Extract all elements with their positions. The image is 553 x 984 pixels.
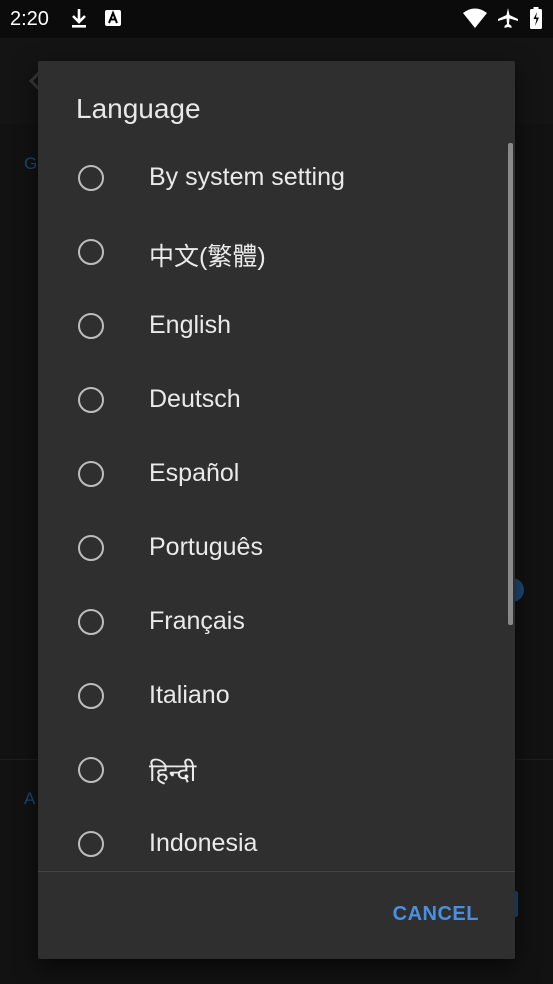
language-option-label: By system setting — [149, 163, 345, 191]
settings-section-header: A — [24, 789, 36, 808]
radio-button-icon[interactable] — [78, 609, 104, 635]
radio-button-icon[interactable] — [78, 683, 104, 709]
settings-section-header: G — [24, 154, 38, 173]
radio-button-icon[interactable] — [78, 239, 104, 265]
airplane-icon — [498, 8, 518, 28]
language-option-label: Français — [149, 607, 245, 635]
dialog-title: Language — [76, 93, 201, 124]
a-text-icon — [105, 10, 121, 26]
screen: G A 2:20 Language By system setting 中文(繁… — [0, 0, 553, 984]
language-option[interactable]: Português — [38, 513, 503, 587]
radio-button-icon[interactable] — [78, 165, 104, 191]
download-icon — [72, 9, 86, 28]
language-option[interactable]: English — [38, 291, 503, 365]
language-option[interactable]: Italiano — [38, 661, 503, 735]
battery-icon — [530, 7, 542, 29]
status-bar: 2:20 — [0, 0, 553, 38]
language-option-label: Indonesia — [149, 829, 258, 857]
language-option[interactable]: Français — [38, 587, 503, 661]
dialog-footer-divider — [38, 871, 515, 872]
language-options-list[interactable]: By system setting 中文(繁體) English Deutsch… — [38, 143, 515, 871]
language-option-label: English — [149, 311, 231, 339]
language-option[interactable]: Deutsch — [38, 365, 503, 439]
language-dialog: Language By system setting 中文(繁體) Englis… — [38, 61, 515, 959]
cancel-button[interactable]: CANCEL — [393, 903, 479, 926]
radio-button-icon[interactable] — [78, 535, 104, 561]
language-option[interactable]: 中文(繁體) — [38, 217, 503, 291]
language-option-label: Deutsch — [149, 385, 241, 413]
scrollbar[interactable] — [508, 143, 513, 625]
language-option[interactable]: हिन्दी — [38, 735, 503, 809]
language-option-label: Português — [149, 533, 263, 561]
wifi-icon — [463, 8, 487, 28]
language-option[interactable]: Indonesia — [38, 809, 503, 871]
language-option-label: Español — [149, 459, 240, 487]
language-option-label: Italiano — [149, 681, 230, 709]
radio-button-icon[interactable] — [78, 757, 104, 783]
status-time: 2:20 — [10, 8, 49, 30]
radio-button-icon[interactable] — [78, 313, 104, 339]
language-option[interactable]: By system setting — [38, 143, 503, 217]
language-option-label: 中文(繁體) — [149, 243, 266, 271]
radio-button-icon[interactable] — [78, 461, 104, 487]
language-option-label: हिन्दी — [149, 759, 197, 787]
radio-button-icon[interactable] — [78, 387, 104, 413]
radio-button-icon[interactable] — [78, 831, 104, 857]
language-option[interactable]: Español — [38, 439, 503, 513]
